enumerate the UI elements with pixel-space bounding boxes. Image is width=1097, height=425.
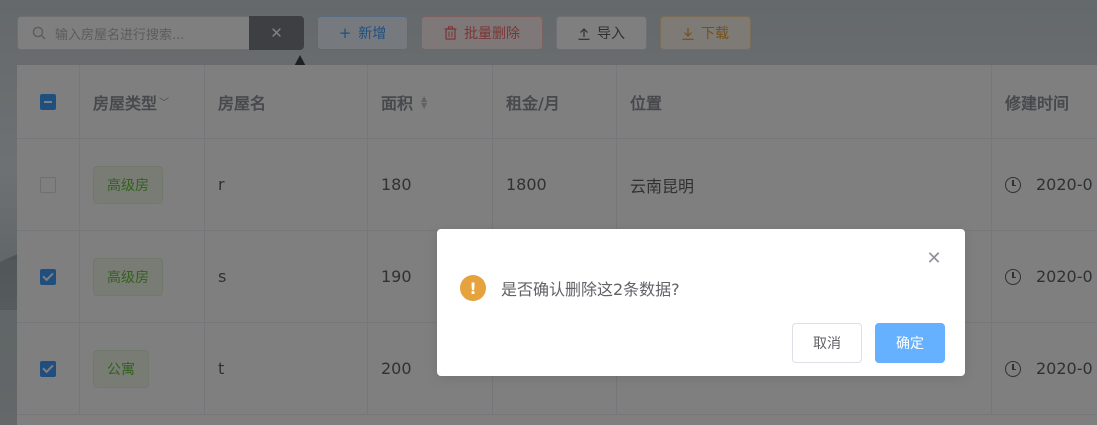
dialog-message: 是否确认删除这2条数据?	[501, 280, 680, 299]
dialog-body: ! 是否确认删除这2条数据?	[460, 275, 680, 301]
confirm-button[interactable]: 确定	[875, 323, 945, 363]
close-icon[interactable]: ✕	[926, 250, 942, 268]
confirm-dialog: ✕ ! 是否确认删除这2条数据? 取消 确定	[437, 229, 965, 376]
warning-icon: !	[460, 275, 486, 301]
cancel-button[interactable]: 取消	[792, 323, 862, 363]
